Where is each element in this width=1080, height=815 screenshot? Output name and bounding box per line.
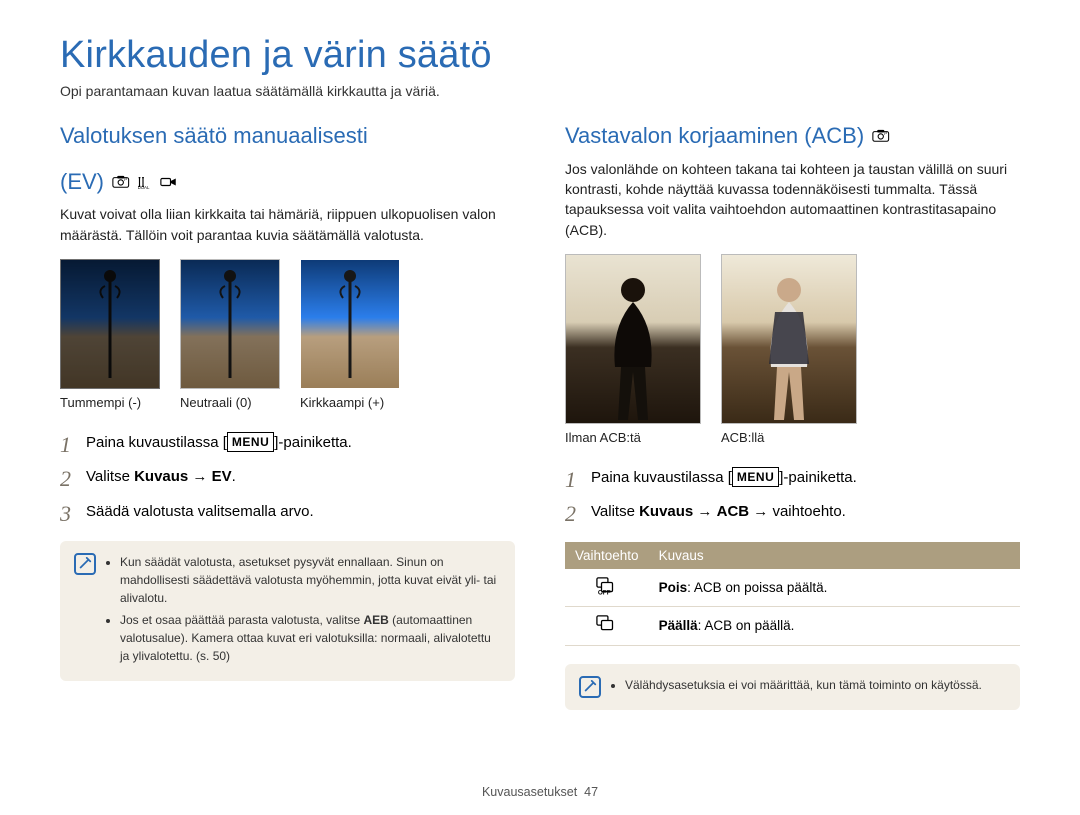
ev-thumb-neutral — [180, 259, 280, 389]
ev-caption: Kirkkaampi (+) — [300, 395, 384, 410]
acb-thumb-on — [721, 254, 857, 424]
svg-text:P: P — [884, 131, 887, 136]
ev-examples-row: Tummempi (-) Neutraali (0) Kirkkaampi (+… — [60, 259, 515, 410]
menu-chip: MENU — [227, 432, 274, 452]
step-bold: ACB — [717, 503, 750, 520]
ev-caption: Neutraali (0) — [180, 395, 252, 410]
page-footer: Kuvausasetukset 47 — [0, 785, 1080, 799]
footer-page: 47 — [584, 785, 598, 799]
acb-example: ACB:llä — [721, 254, 857, 445]
movie-icon — [160, 175, 178, 189]
step-text: Paina kuvaustilassa [ — [86, 434, 227, 451]
note-item: Kun säädät valotusta, asetukset pysyvät … — [120, 553, 501, 607]
left-heading: Valotuksen säätö manuaalisesti (EV) P DU… — [60, 121, 515, 196]
step-item: Paina kuvaustilassa [MENU]-painiketta. — [565, 461, 1020, 496]
acb-on-icon — [596, 615, 618, 633]
right-body: Jos valonlähde on kohteen takana tai koh… — [565, 159, 1020, 240]
right-heading: Vastavalon korjaaminen (ACB) P — [565, 121, 1020, 151]
note-bold: AEB — [363, 613, 388, 627]
left-mode-icons: P DUAL — [112, 175, 178, 189]
right-steps: Paina kuvaustilassa [MENU]-painiketta. V… — [565, 461, 1020, 530]
step-bold: EV — [212, 468, 232, 485]
step-bold: Kuvaus — [134, 468, 188, 485]
table-header: Vaihtoehto — [565, 542, 649, 569]
table-row: Päällä: ACB on päällä. — [565, 607, 1020, 645]
svg-text:P: P — [124, 177, 127, 182]
table-desc-cell: Pois: ACB on poissa päältä. — [649, 569, 1020, 607]
step-arrow: → — [188, 468, 211, 485]
acb-caption: ACB:llä — [721, 430, 764, 445]
ev-caption: Tummempi (-) — [60, 395, 141, 410]
step-text: ]-painiketta. — [779, 469, 857, 486]
note-item: Jos et osaa päättää parasta valotusta, v… — [120, 611, 501, 665]
left-heading-line1: Valotuksen säätö manuaalisesti — [60, 121, 368, 151]
ev-example: Neutraali (0) — [180, 259, 280, 410]
step-text: Säädä valotusta valitsemalla arvo. — [86, 503, 314, 520]
ev-thumb-bright — [300, 259, 400, 389]
svg-text:OFF: OFF — [598, 589, 611, 595]
table-header-row: Vaihtoehto Kuvaus — [565, 542, 1020, 569]
svg-text:DUAL: DUAL — [138, 185, 150, 189]
step-text: ]-painiketta. — [274, 434, 352, 451]
right-column: Vastavalon korjaaminen (ACB) P Jos valon… — [565, 121, 1020, 710]
ev-example: Tummempi (-) — [60, 259, 160, 410]
step-text: . — [232, 468, 236, 485]
ev-thumb-dark — [60, 259, 160, 389]
step-bold: Kuvaus — [639, 503, 693, 520]
left-column: Valotuksen säätö manuaalisesti (EV) P DU… — [60, 121, 515, 710]
right-mode-icons: P — [872, 129, 890, 143]
menu-chip: MENU — [732, 467, 779, 487]
left-steps: Paina kuvaustilassa [MENU]-painiketta. V… — [60, 426, 515, 530]
note-text: Kun säädät valotusta, asetukset pysyvät … — [120, 555, 496, 605]
acb-off-icon: OFF — [596, 577, 618, 595]
step-text: Valitse — [86, 468, 134, 485]
footer-label: Kuvausasetukset — [482, 785, 577, 799]
table-icon-cell: OFF — [565, 569, 649, 607]
right-notebox: Välähdysasetuksia ei voi määrittää, kun … — [565, 664, 1020, 710]
page-subtitle: Opi parantamaan kuvan laatua säätämällä … — [60, 83, 1020, 99]
acb-example: Ilman ACB:tä — [565, 254, 701, 445]
acb-thumb-off — [565, 254, 701, 424]
table-desc-cell: Päällä: ACB on päällä. — [649, 607, 1020, 645]
note-text: Välähdysasetuksia ei voi määrittää, kun … — [625, 678, 982, 692]
note-icon — [74, 553, 96, 575]
page-title: Kirkkauden ja värin säätö — [60, 34, 1020, 77]
acb-examples-row: Ilman ACB:tä ACB:llä — [565, 254, 1020, 445]
left-body: Kuvat voivat olla liian kirkkaita tai hä… — [60, 204, 515, 245]
note-item: Välähdysasetuksia ei voi määrittää, kun … — [625, 676, 982, 694]
step-item: Valitse Kuvaus → EV. — [60, 460, 515, 495]
dual-is-icon: DUAL — [136, 175, 154, 189]
table-bold: Pois — [659, 580, 688, 595]
ev-example: Kirkkaampi (+) — [300, 259, 400, 410]
step-text: Valitse — [591, 503, 639, 520]
table-bold: Päällä — [659, 618, 698, 633]
note-icon — [579, 676, 601, 698]
note-body: Välähdysasetuksia ei voi määrittää, kun … — [611, 676, 982, 698]
options-table: Vaihtoehto Kuvaus OFF Pois: ACB on poiss… — [565, 542, 1020, 646]
program-icon: P — [112, 175, 130, 189]
left-heading-line2: (EV) — [60, 167, 104, 197]
right-heading-text: Vastavalon korjaaminen (ACB) — [565, 121, 864, 151]
step-item: Valitse Kuvaus → ACB → vaihtoehto. — [565, 495, 1020, 530]
page: Kirkkauden ja värin säätö Opi parantamaa… — [0, 0, 1080, 815]
step-item: Paina kuvaustilassa [MENU]-painiketta. — [60, 426, 515, 461]
acb-caption: Ilman ACB:tä — [565, 430, 641, 445]
columns: Valotuksen säätö manuaalisesti (EV) P DU… — [60, 121, 1020, 710]
table-row: OFF Pois: ACB on poissa päältä. — [565, 569, 1020, 607]
step-arrow: → — [693, 503, 716, 520]
table-icon-cell — [565, 607, 649, 645]
step-item: Säädä valotusta valitsemalla arvo. — [60, 495, 515, 530]
table-text: : ACB on päällä. — [698, 618, 795, 633]
note-body: Kun säädät valotusta, asetukset pysyvät … — [106, 553, 501, 669]
program-icon: P — [872, 129, 890, 143]
step-text: → vaihtoehto. — [749, 503, 846, 520]
table-header: Kuvaus — [649, 542, 1020, 569]
table-text: : ACB on poissa päältä. — [687, 580, 827, 595]
left-notebox: Kun säädät valotusta, asetukset pysyvät … — [60, 541, 515, 681]
note-text: Jos et osaa päättää parasta valotusta, v… — [120, 613, 363, 627]
step-text: Paina kuvaustilassa [ — [591, 469, 732, 486]
